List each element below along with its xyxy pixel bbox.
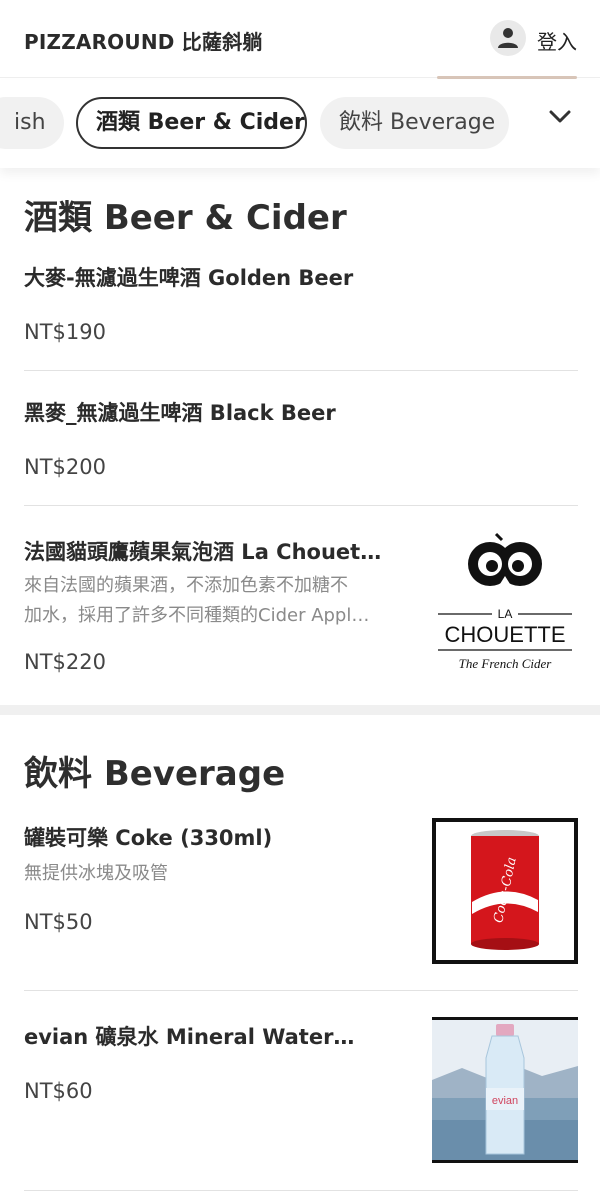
owl-logo-icon: LA CHOUETTE The French Cider: [438, 532, 572, 671]
divider: [24, 990, 578, 991]
user-icon: [498, 28, 518, 48]
divider: [24, 1190, 578, 1191]
logo-brand-text: CHOUETTE: [445, 622, 566, 647]
item-price: NT$60: [24, 1079, 93, 1103]
tab-beverage[interactable]: 飲料 Beverage: [320, 97, 509, 149]
login-link[interactable]: 登入: [537, 26, 577, 55]
scrolled-item-edge: [437, 76, 577, 79]
item-name: 黑麥_無濾過生啤酒 Black Beer: [24, 401, 336, 425]
item-price: NT$200: [24, 455, 106, 479]
chevron-down-icon[interactable]: [549, 110, 571, 124]
section-title-beer: 酒類 Beer & Cider: [24, 198, 347, 238]
category-tabs: ish 酒類 Beer & Cider 飲料 Beverage: [0, 80, 600, 168]
item-name: 大麥-無濾過生啤酒 Golden Beer: [24, 266, 354, 290]
evian-bottle-icon: evian: [432, 1020, 578, 1160]
coke-can-icon: Coca-Cola: [471, 830, 539, 950]
section-title-beverage: 飲料 Beverage: [24, 754, 286, 794]
item-description: 來自法國的蘋果酒，不添加色素不加糖不: [24, 575, 348, 596]
logo-la-text: LA: [498, 607, 513, 621]
bottle-brand-text: evian: [492, 1095, 518, 1107]
menu-item-evian[interactable]: evian 礦泉水 Mineral Water… NT$60 evian: [0, 1005, 600, 1190]
item-price: NT$190: [24, 320, 106, 344]
item-description: 無提供冰塊及吸管: [24, 863, 168, 884]
item-name: 罐裝可樂 Coke (330ml): [24, 826, 273, 850]
tab-fish[interactable]: ish: [0, 97, 64, 149]
item-image-chouette-logo: LA CHOUETTE The French Cider: [432, 526, 578, 672]
menu-item-golden-beer[interactable]: 大麥-無濾過生啤酒 Golden Beer NT$190: [0, 250, 600, 370]
item-name: 法國貓頭鷹蘋果氣泡酒 La Chouet…: [24, 540, 382, 564]
menu-item-black-beer[interactable]: 黑麥_無濾過生啤酒 Black Beer NT$200: [0, 385, 600, 505]
logo-tagline-text: The French Cider: [459, 656, 553, 671]
tab-beer-cider[interactable]: 酒類 Beer & Cider: [76, 97, 307, 149]
menu-item-coke[interactable]: 罐裝可樂 Coke (330ml) 無提供冰塊及吸管 NT$50 Coca-Co…: [0, 808, 600, 990]
item-price: NT$50: [24, 910, 93, 934]
item-price: NT$220: [24, 650, 106, 674]
user-avatar-button[interactable]: [490, 20, 526, 56]
item-name: evian 礦泉水 Mineral Water…: [24, 1025, 355, 1049]
top-bar: PIZZAROUND 比薩斜躺 登入: [0, 0, 600, 79]
brand-title[interactable]: PIZZAROUND 比薩斜躺: [24, 26, 263, 55]
item-image-coke-can: Coca-Cola: [432, 818, 578, 964]
section-separator: [0, 705, 600, 715]
divider: [24, 370, 578, 371]
menu-item-la-chouette[interactable]: 法國貓頭鷹蘋果氣泡酒 La Chouet… 來自法國的蘋果酒，不添加色素不加糖不…: [0, 520, 600, 705]
item-image-evian-bottle: evian: [432, 1017, 578, 1163]
item-description: 加水，採用了許多不同種類的Cider Appl…: [24, 605, 370, 626]
divider: [24, 505, 578, 506]
